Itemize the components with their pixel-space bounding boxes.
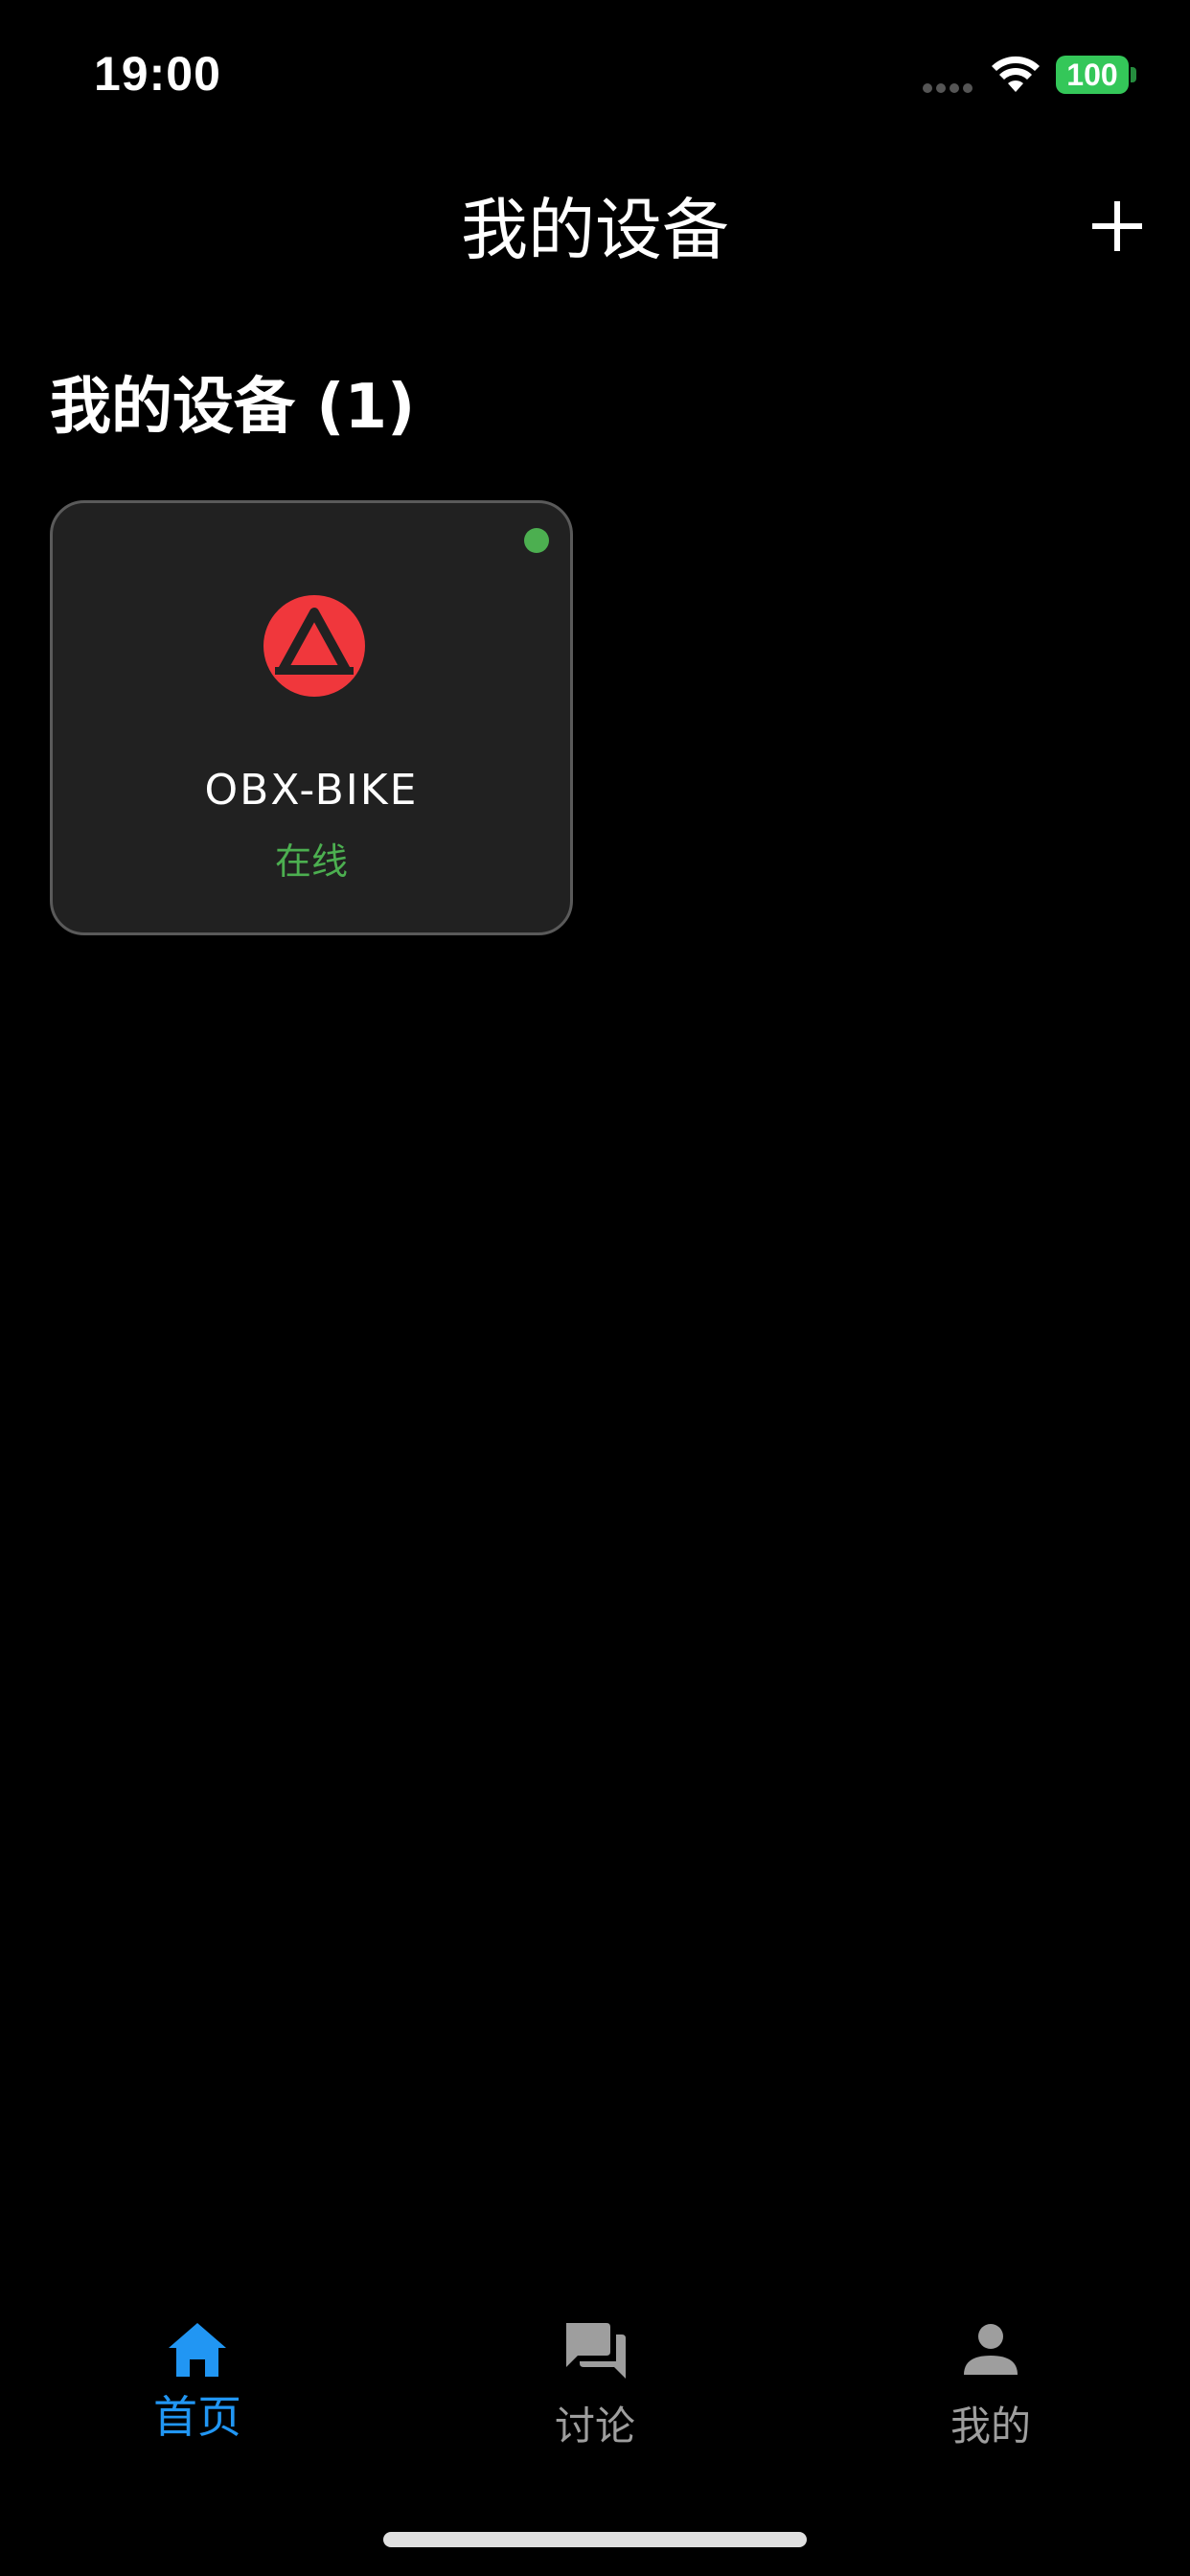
page-title: 我的设备 — [461, 191, 729, 269]
battery-icon: 100 — [1056, 56, 1129, 94]
person-icon — [964, 2324, 1018, 2375]
device-status: 在线 — [274, 840, 348, 883]
tab-label: 首页 — [153, 2391, 241, 2443]
tab-home[interactable]: 首页 — [73, 2290, 322, 2463]
device-card[interactable]: OBX-BIKE 在线 — [50, 500, 573, 935]
signal-dots-icon — [923, 83, 973, 93]
status-time: 19:00 — [94, 47, 221, 101]
add-device-button[interactable] — [1088, 197, 1146, 255]
tab-bar: 首页 讨论 我的 — [0, 2290, 1190, 2463]
chat-bubbles-icon — [566, 2323, 626, 2379]
tab-mine[interactable]: 我的 — [866, 2290, 1115, 2463]
online-status-dot — [524, 528, 549, 553]
home-indicator[interactable] — [383, 2532, 807, 2547]
home-icon — [169, 2323, 226, 2377]
plus-icon — [1092, 201, 1142, 251]
section-title: 我的设备 (1) — [50, 372, 416, 443]
tab-label: 我的 — [950, 2403, 1031, 2450]
tab-label: 讨论 — [554, 2403, 635, 2450]
wifi-icon — [992, 56, 1040, 92]
brand-logo-icon — [263, 595, 365, 697]
device-name: OBX-BIKE — [204, 766, 419, 815]
battery-tip — [1131, 67, 1136, 82]
tab-discuss[interactable]: 讨论 — [470, 2290, 720, 2463]
status-bar: 19:00 100 — [0, 0, 1190, 144]
